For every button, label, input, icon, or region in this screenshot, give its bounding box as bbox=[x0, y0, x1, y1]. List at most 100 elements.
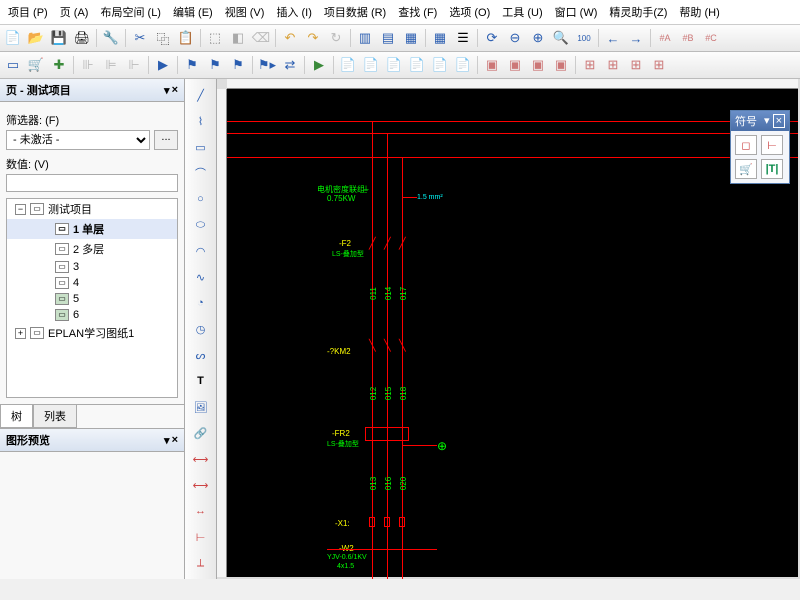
line-icon[interactable]: ╱ bbox=[189, 83, 213, 107]
palette-dropdown-icon[interactable]: ▾ bbox=[764, 114, 770, 128]
menu-help[interactable]: 帮助 (H) bbox=[675, 2, 723, 22]
cart-icon[interactable]: 🛒 bbox=[25, 54, 47, 76]
menu-edit[interactable]: 编辑 (E) bbox=[169, 2, 217, 22]
nav-fwd-icon[interactable]: → bbox=[625, 27, 647, 49]
redo2-icon[interactable]: ↻ bbox=[325, 27, 347, 49]
marker-icon[interactable]: ◧ bbox=[227, 27, 249, 49]
menu-options[interactable]: 选项 (O) bbox=[445, 2, 494, 22]
play-icon[interactable]: ▶ bbox=[152, 54, 174, 76]
undo-icon[interactable]: ↶ bbox=[279, 27, 301, 49]
symbol-cart-icon[interactable]: 🛒 bbox=[735, 159, 757, 179]
zoom-100-icon[interactable]: 100 bbox=[573, 27, 595, 49]
symbol-text-icon[interactable]: |T| bbox=[761, 159, 783, 179]
rect-icon[interactable]: ▭ bbox=[189, 135, 213, 159]
cut-icon[interactable]: ✂ bbox=[129, 27, 151, 49]
dim2-icon[interactable]: ⟷ bbox=[189, 473, 213, 497]
win1-icon[interactable]: ▣ bbox=[481, 54, 503, 76]
link-icon[interactable]: 🔗 bbox=[189, 421, 213, 445]
nav-back-icon[interactable]: ← bbox=[602, 27, 624, 49]
ellipse-icon[interactable]: ⬭ bbox=[189, 213, 213, 237]
doc-icon[interactable]: ▭ bbox=[2, 54, 24, 76]
canvas-area[interactable]: 电机密度联组 0.75KW ⏚ 1.5 mm² -F2 LS-叠加型 ╱ ╱ ╱… bbox=[217, 79, 800, 579]
tree-page-1[interactable]: ▭1 单层 bbox=[7, 219, 177, 239]
comp4-icon[interactable]: ⊞ bbox=[648, 54, 670, 76]
copy-icon[interactable]: ⿻ bbox=[152, 27, 174, 49]
new-icon[interactable]: 📄 bbox=[2, 27, 24, 49]
tree-page-6[interactable]: ▭6 bbox=[7, 307, 177, 323]
layout-v-icon[interactable]: ▤ bbox=[377, 27, 399, 49]
win4-icon[interactable]: ▣ bbox=[550, 54, 572, 76]
menu-tools[interactable]: 工具 (U) bbox=[498, 2, 546, 22]
page3-icon[interactable]: 📄 bbox=[383, 54, 405, 76]
zoom-in-icon[interactable]: ⊕ bbox=[527, 27, 549, 49]
page-tree[interactable]: −▭测试项目 ▭1 单层 ▭2 多层 ▭3 ▭4 ▭5 ▭6 +▭EPLAN学习… bbox=[6, 198, 178, 398]
value-input[interactable] bbox=[6, 174, 178, 192]
align1-icon[interactable]: ⊪ bbox=[77, 54, 99, 76]
print-icon[interactable]: 🖨 bbox=[71, 27, 93, 49]
flag-arrows-icon[interactable]: ⇄ bbox=[279, 54, 301, 76]
palette-close-icon[interactable]: × bbox=[773, 114, 785, 128]
tree-page-3[interactable]: ▭3 bbox=[7, 259, 177, 275]
menu-page[interactable]: 页 (A) bbox=[56, 2, 93, 22]
panel-dropdown-icon[interactable]: ▾ bbox=[164, 434, 170, 447]
run-icon[interactable]: ▶ bbox=[308, 54, 330, 76]
freehand-icon[interactable]: ᔕ bbox=[189, 343, 213, 367]
flag3-icon[interactable]: ⚑ bbox=[227, 54, 249, 76]
win2-icon[interactable]: ▣ bbox=[504, 54, 526, 76]
panel-dropdown-icon[interactable]: ▾ bbox=[164, 84, 170, 97]
image-icon[interactable]: 🖼 bbox=[189, 395, 213, 419]
page6-icon[interactable]: 📄 bbox=[452, 54, 474, 76]
filter-more-button[interactable]: ... bbox=[154, 130, 178, 150]
flag1-icon[interactable]: ⚑ bbox=[181, 54, 203, 76]
comp2-icon[interactable]: ⊞ bbox=[602, 54, 624, 76]
grid-b-icon[interactable]: #B bbox=[677, 27, 699, 49]
eraser-icon[interactable]: ⌫ bbox=[250, 27, 272, 49]
select-icon[interactable]: ⬚ bbox=[204, 27, 226, 49]
tree-page-5[interactable]: ▭5 bbox=[7, 291, 177, 307]
tab-tree[interactable]: 树 bbox=[0, 405, 33, 428]
dim3-icon[interactable]: ↔ bbox=[189, 499, 213, 523]
save-icon[interactable]: 💾 bbox=[48, 27, 70, 49]
expand-icon[interactable]: + bbox=[15, 328, 26, 339]
page2-icon[interactable]: 📄 bbox=[360, 54, 382, 76]
dim1-icon[interactable]: ⟷ bbox=[189, 447, 213, 471]
circle-icon[interactable]: ○ bbox=[189, 187, 213, 211]
grid-a-icon[interactable]: #A bbox=[654, 27, 676, 49]
page5-icon[interactable]: 📄 bbox=[429, 54, 451, 76]
table-icon[interactable]: ▦ bbox=[429, 27, 451, 49]
grid-c-icon[interactable]: #C bbox=[700, 27, 722, 49]
page1-icon[interactable]: 📄 bbox=[337, 54, 359, 76]
comp1-icon[interactable]: ⊞ bbox=[579, 54, 601, 76]
menu-project[interactable]: 项目 (P) bbox=[4, 2, 52, 22]
paste-icon[interactable]: 📋 bbox=[175, 27, 197, 49]
symbols-palette[interactable]: 符号 ▾ × ◻ ⊢ 🛒 |T| bbox=[730, 110, 790, 184]
spline-icon[interactable]: ∿ bbox=[189, 265, 213, 289]
comp3-icon[interactable]: ⊞ bbox=[625, 54, 647, 76]
symbol-branch-icon[interactable]: ⊢ bbox=[761, 135, 783, 155]
flag-play-icon[interactable]: ⚑▸ bbox=[256, 54, 278, 76]
redo-icon[interactable]: ↷ bbox=[302, 27, 324, 49]
menu-projectdata[interactable]: 项目数据 (R) bbox=[320, 2, 390, 22]
menu-find[interactable]: 查找 (F) bbox=[394, 2, 441, 22]
layout-h-icon[interactable]: ▥ bbox=[354, 27, 376, 49]
drawing-canvas[interactable]: 电机密度联组 0.75KW ⏚ 1.5 mm² -F2 LS-叠加型 ╱ ╱ ╱… bbox=[227, 89, 798, 577]
menu-window[interactable]: 窗口 (W) bbox=[551, 2, 602, 22]
refresh-icon[interactable]: ⟳ bbox=[481, 27, 503, 49]
dim4-icon[interactable]: ⊢ bbox=[189, 525, 213, 549]
tab-list[interactable]: 列表 bbox=[33, 405, 77, 428]
win3-icon[interactable]: ▣ bbox=[527, 54, 549, 76]
menu-wizard[interactable]: 精灵助手(Z) bbox=[605, 2, 671, 22]
polyline-icon[interactable]: ⌇ bbox=[189, 109, 213, 133]
panel-close-icon[interactable]: × bbox=[172, 84, 178, 97]
pie-icon[interactable]: ◔ bbox=[189, 291, 213, 315]
donut-icon[interactable]: ◷ bbox=[189, 317, 213, 341]
dim5-icon[interactable]: ⟂ bbox=[189, 551, 213, 575]
open-icon[interactable]: 📂 bbox=[25, 27, 47, 49]
arc2-icon[interactable]: ◠ bbox=[189, 239, 213, 263]
puzzle-icon[interactable]: ✚ bbox=[48, 54, 70, 76]
tree-page-2[interactable]: ▭2 多层 bbox=[7, 239, 177, 259]
align3-icon[interactable]: ⊩ bbox=[123, 54, 145, 76]
page4-icon[interactable]: 📄 bbox=[406, 54, 428, 76]
arc-icon[interactable]: ⌒ bbox=[189, 161, 213, 185]
menu-layout[interactable]: 布局空间 (L) bbox=[96, 2, 165, 22]
